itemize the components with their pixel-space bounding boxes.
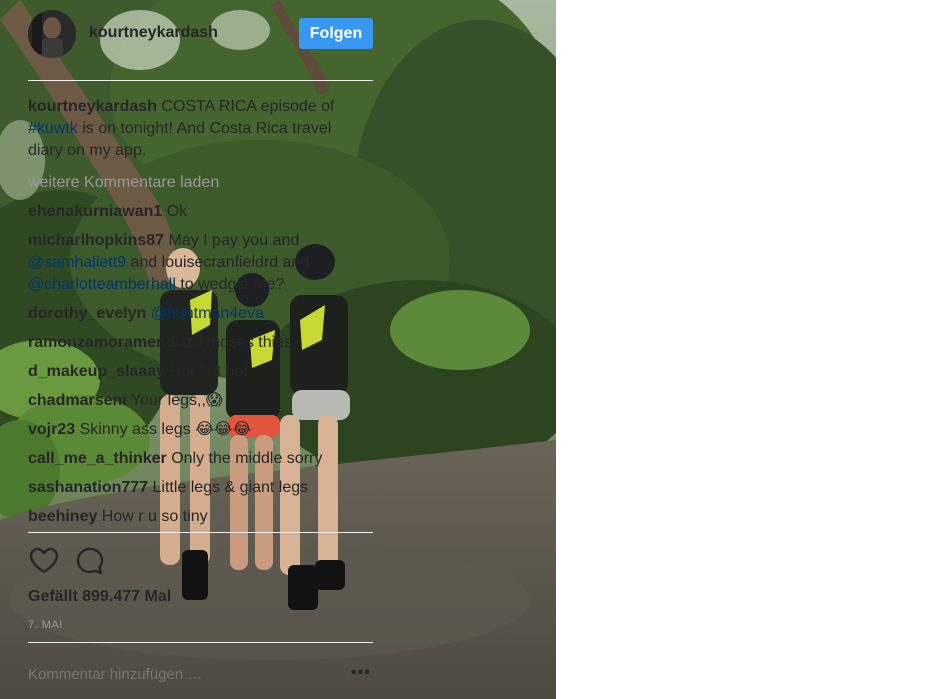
comment-text: Hot hot hot xyxy=(164,363,248,380)
divider xyxy=(28,80,373,81)
comment-text: Your legs,,😱 xyxy=(126,392,223,409)
list-item: ehenakurniawan1 Ok xyxy=(28,201,358,223)
list-item: dorothy_evelyn @huntman4eva xyxy=(28,303,358,325)
comment-text: thoses thies xyxy=(202,334,293,351)
mention-link[interactable]: @huntman4eva xyxy=(151,305,264,322)
comment-username[interactable]: chadmarseni xyxy=(28,392,127,409)
post-username[interactable]: kourtneykardash xyxy=(89,24,218,42)
comment-text: to wedgie me? xyxy=(175,276,285,293)
list-item: call_me_a_thinker Only the middle sorry xyxy=(28,448,358,470)
add-comment-input[interactable] xyxy=(28,666,318,683)
comment-username[interactable]: dorothy_evelyn xyxy=(28,305,146,322)
comment-text: May I pay you and xyxy=(164,232,300,249)
list-item: ramonzamoramendoza thoses thies xyxy=(28,332,358,354)
avatar-image xyxy=(28,10,76,58)
comment-username[interactable]: d_makeup_slaaay xyxy=(28,363,165,380)
divider xyxy=(28,642,373,643)
list-item: vojr23 Skinny ass legs 😂😂😂 xyxy=(28,419,358,441)
comment-text: Little legs & giant legs xyxy=(148,479,309,496)
more-options-icon[interactable]: ••• xyxy=(351,664,371,682)
list-item: micharlhopkins87 May I pay you and @samh… xyxy=(28,230,358,296)
list-item: sashanation777 Little legs & giant legs xyxy=(28,477,358,499)
post-caption: kourtneykardash COSTA RICA episode of #k… xyxy=(28,96,358,162)
post-date[interactable]: 7. MAI xyxy=(28,619,63,631)
comment-text: Only the middle sorry xyxy=(166,450,323,467)
comment-username[interactable]: call_me_a_thinker xyxy=(28,450,167,467)
caption-text: COSTA RICA episode of xyxy=(156,98,335,115)
comment-list: kourtneykardash COSTA RICA episode of #k… xyxy=(28,96,358,535)
heart-outline-icon[interactable] xyxy=(28,545,60,577)
comment-username[interactable]: micharlhopkins87 xyxy=(28,232,164,249)
divider xyxy=(28,532,373,533)
comment-username[interactable]: sashanation777 xyxy=(28,479,148,496)
list-item: d_makeup_slaaay Hot hot hot xyxy=(28,361,358,383)
comment-username[interactable]: ramonzamoramendoza xyxy=(28,334,202,351)
speech-bubble-icon[interactable] xyxy=(74,545,106,577)
avatar[interactable] xyxy=(28,10,76,58)
post-header: kourtneykardash Folgen xyxy=(28,10,373,60)
hashtag-link[interactable]: #kuwtk xyxy=(28,120,78,137)
likes-count[interactable]: Gefällt 899.477 Mal xyxy=(28,588,171,606)
comment-username[interactable]: ehenakurniawan1 xyxy=(28,203,162,220)
comment-text: and louisecranfieldrd and xyxy=(126,254,310,271)
caption-username[interactable]: kourtneykardash xyxy=(28,98,157,115)
post-sidebar xyxy=(556,0,929,699)
comment-text: Skinny ass legs 😂😂😂 xyxy=(75,421,252,438)
mention-link[interactable]: @charlotteamberhall xyxy=(28,276,176,293)
comment-username[interactable]: beehiney xyxy=(28,508,97,525)
comment-text: Ok xyxy=(162,203,188,220)
load-more-comments-link[interactable]: weitere Kommentare laden xyxy=(28,172,358,194)
comment-text: How r u so tiny xyxy=(97,508,208,525)
comment-username[interactable]: vojr23 xyxy=(28,421,75,438)
list-item: beehiney How r u so tiny xyxy=(28,506,358,528)
follow-button[interactable]: Folgen xyxy=(299,18,373,49)
mention-link[interactable]: @samhallett9 xyxy=(28,254,126,271)
list-item: chadmarseni Your legs,,😱 xyxy=(28,390,358,412)
